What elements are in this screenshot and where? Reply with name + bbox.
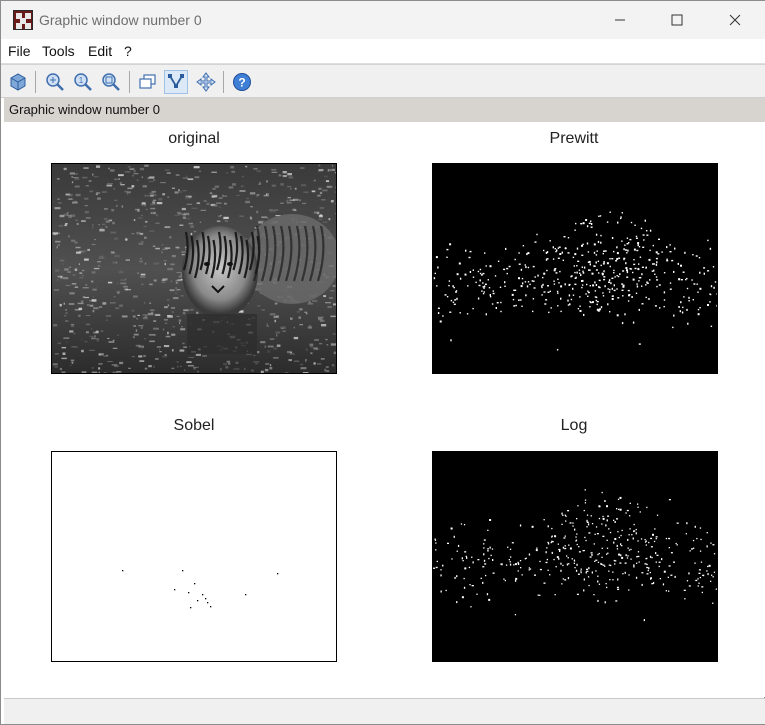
zoom-in-icon — [46, 73, 64, 91]
new-window-button[interactable] — [136, 70, 160, 94]
datatip-button[interactable] — [164, 70, 188, 94]
toolbar-separator — [129, 71, 130, 93]
pan-button[interactable] — [194, 70, 218, 94]
zoom-original-button[interactable]: 1 — [71, 70, 95, 94]
info-bar: Graphic window number 0 — [4, 98, 765, 122]
info-bar-text: Graphic window number 0 — [9, 102, 161, 117]
rotate-3d-button[interactable] — [6, 70, 30, 94]
minimize-button[interactable] — [591, 1, 649, 39]
subplot-title-original: original — [168, 130, 220, 147]
scilab-app-icon — [13, 10, 33, 30]
toolbar-separator — [223, 71, 224, 93]
toolbar-separator — [35, 71, 36, 93]
subplot-title-sobel: Sobel — [173, 417, 215, 434]
zoom-region-icon — [102, 73, 120, 91]
window-title: Graphic window number 0 — [39, 12, 202, 28]
sobel-edge-image — [52, 452, 336, 661]
menu-bar: File Tools Edit ? — [1, 39, 765, 64]
zoom-region-button[interactable] — [99, 70, 123, 94]
subplot-title-prewitt: Prewitt — [549, 130, 599, 147]
rotate-3d-icon — [10, 73, 26, 91]
close-icon — [729, 14, 741, 26]
title-bar[interactable]: Graphic window number 0 — [1, 1, 765, 39]
subplot-title-log: Log — [560, 417, 588, 434]
svg-text:1: 1 — [79, 76, 84, 85]
graphic-window: Graphic window number 0 File Tools Edit … — [0, 0, 765, 725]
menu-file[interactable]: File — [8, 43, 31, 59]
prewitt-edge-image — [433, 164, 717, 373]
subplot-log-image[interactable] — [432, 451, 718, 662]
zoom-original-icon: 1 — [74, 73, 92, 91]
tiger-image — [52, 164, 336, 373]
subplot-sobel-image[interactable] — [51, 451, 337, 662]
datatip-icon — [168, 74, 184, 88]
minimize-icon — [615, 19, 625, 21]
menu-tools[interactable]: Tools — [42, 43, 75, 59]
new-window-icon — [139, 74, 156, 89]
zoom-in-button[interactable] — [43, 70, 67, 94]
help-button[interactable]: ? — [230, 70, 254, 94]
toolbar: 1 ? — [1, 64, 765, 98]
help-icon: ? — [233, 73, 251, 91]
figure-canvas[interactable]: original Prewitt Sobel Log — [4, 122, 765, 697]
subplot-original-image[interactable] — [51, 163, 337, 374]
menu-edit[interactable]: Edit — [88, 43, 112, 59]
close-button[interactable] — [706, 1, 764, 39]
maximize-icon — [671, 14, 683, 26]
pan-icon — [196, 72, 216, 92]
menu-help[interactable]: ? — [124, 43, 132, 59]
svg-text:?: ? — [238, 76, 245, 90]
log-edge-image — [433, 452, 717, 661]
status-bar — [4, 698, 765, 724]
subplot-prewitt-image[interactable] — [432, 163, 718, 374]
maximize-button[interactable] — [648, 1, 706, 39]
